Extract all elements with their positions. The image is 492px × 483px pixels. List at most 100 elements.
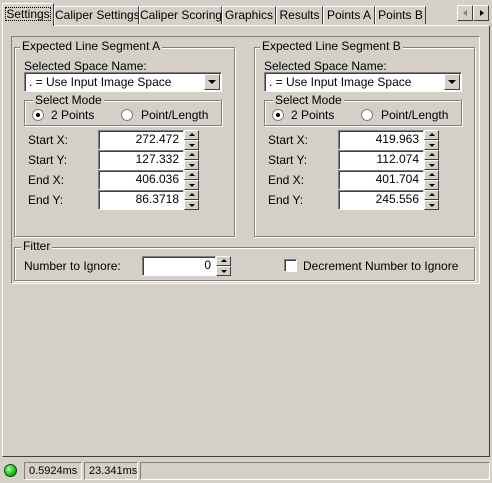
segment-b-end-y-input[interactable]: 245.556	[338, 190, 424, 210]
spin-up-button[interactable]	[184, 170, 199, 180]
tab-points-a[interactable]: Points A	[323, 6, 375, 24]
chevron-down-icon	[189, 184, 195, 187]
chevron-up-icon	[189, 153, 195, 156]
segment-a-start-y-stepper[interactable]: 127.332	[98, 150, 200, 170]
spin-up-button[interactable]	[216, 256, 231, 266]
decrement-number-to-ignore-checkbox[interactable]	[284, 259, 297, 272]
chevron-down-icon	[221, 270, 227, 273]
segment-b-start-x-input[interactable]: 419.963	[338, 130, 424, 150]
chevron-down-icon	[429, 204, 435, 207]
chevron-down-icon	[448, 80, 456, 84]
chevron-up-icon	[429, 133, 435, 136]
spin-down-button[interactable]	[424, 200, 439, 210]
segment-b-pointlength-radio[interactable]	[361, 109, 373, 121]
fitter-title: Fitter	[21, 239, 53, 253]
status-time-1: 0.5924ms	[24, 462, 82, 480]
tab-scroll-right-button[interactable]	[473, 5, 489, 21]
segment-b-end-x-stepper[interactable]: 401.704	[338, 170, 440, 190]
spin-down-button[interactable]	[184, 180, 199, 190]
spin-down-button[interactable]	[424, 180, 439, 190]
segment-b-2points-radio[interactable]	[272, 109, 284, 121]
segment-b-start-y-input[interactable]: 112.074	[338, 150, 424, 170]
segment-a-end-x-input[interactable]: 406.036	[98, 170, 184, 190]
segment-a-2points-radio[interactable]	[32, 109, 44, 121]
spin-down-button[interactable]	[184, 160, 199, 170]
chevron-down-icon	[189, 164, 195, 167]
segment-a-title: Expected Line Segment A	[20, 39, 163, 53]
status-led-icon	[4, 464, 17, 477]
segment-b-start-x-label: Start X:	[268, 133, 309, 147]
segment-b-space-label: Selected Space Name:	[264, 59, 387, 73]
spin-down-button[interactable]	[184, 200, 199, 210]
segment-a-pointlength-label: Point/Length	[141, 108, 209, 122]
tab-caliper-settings[interactable]: Caliper Settings	[54, 6, 140, 24]
segment-a-start-x-label: Start X:	[28, 133, 69, 147]
spin-up-button[interactable]	[424, 190, 439, 200]
spin-up-button[interactable]	[184, 150, 199, 160]
segment-a-start-y-label: Start Y:	[28, 153, 68, 167]
spin-down-button[interactable]	[216, 266, 231, 276]
segment-b-space-select[interactable]: . = Use Input Image Space	[264, 72, 462, 92]
spin-up-button[interactable]	[184, 130, 199, 140]
segment-a-end-y-stepper[interactable]: 86.3718	[98, 190, 200, 210]
segment-b-start-y-stepper[interactable]: 112.074	[338, 150, 440, 170]
spin-up-button[interactable]	[424, 150, 439, 160]
chevron-down-icon	[429, 144, 435, 147]
segment-a-start-x-stepper[interactable]: 272.472	[98, 130, 200, 150]
segment-b-space-dropdown-button[interactable]	[444, 74, 460, 90]
segment-b-start-x-stepper[interactable]: 419.963	[338, 130, 440, 150]
number-to-ignore-stepper[interactable]: 0	[142, 256, 232, 276]
chevron-down-icon	[208, 80, 216, 84]
chevron-down-icon	[189, 204, 195, 207]
chevron-up-icon	[189, 193, 195, 196]
segment-b-pointlength-label: Point/Length	[381, 108, 449, 122]
spin-down-button[interactable]	[424, 160, 439, 170]
chevron-down-icon	[429, 164, 435, 167]
spin-down-button[interactable]	[424, 140, 439, 150]
tab-graphics[interactable]: Graphics	[222, 6, 276, 24]
spin-down-button[interactable]	[184, 140, 199, 150]
spin-up-button[interactable]	[424, 130, 439, 140]
segment-b-2points-label: 2 Points	[291, 108, 335, 122]
segment-b-mode-title: Select Mode	[273, 93, 344, 107]
chevron-up-icon	[429, 193, 435, 196]
segment-b-title: Expected Line Segment B	[260, 39, 403, 53]
chevron-up-icon	[221, 259, 227, 262]
status-bar: 0.5924ms 23.341ms	[0, 460, 492, 483]
segment-a-space-dropdown-button[interactable]	[204, 74, 220, 90]
segment-b-end-x-input[interactable]: 401.704	[338, 170, 424, 190]
number-to-ignore-input[interactable]: 0	[142, 256, 216, 276]
segment-a-space-label: Selected Space Name:	[24, 59, 147, 73]
chevron-left-icon	[463, 10, 467, 16]
spin-up-button[interactable]	[184, 190, 199, 200]
segment-a-end-x-stepper[interactable]: 406.036	[98, 170, 200, 190]
tab-strip: Settings Caliper Settings Caliper Scorin…	[0, 0, 492, 26]
status-time-2: 23.341ms	[84, 462, 138, 480]
segment-a-end-y-input[interactable]: 86.3718	[98, 190, 184, 210]
chevron-up-icon	[189, 133, 195, 136]
tab-caliper-scoring[interactable]: Caliper Scoring	[139, 6, 222, 24]
segment-b-end-y-stepper[interactable]: 245.556	[338, 190, 440, 210]
chevron-down-icon	[189, 144, 195, 147]
decrement-number-to-ignore-label: Decrement Number to Ignore	[303, 259, 459, 273]
segment-a-start-y-input[interactable]: 127.332	[98, 150, 184, 170]
number-to-ignore-label: Number to Ignore:	[24, 259, 121, 273]
tab-scroll-left-button[interactable]	[457, 5, 473, 21]
spin-up-button[interactable]	[424, 170, 439, 180]
tab-points-b[interactable]: Points B	[375, 6, 426, 24]
chevron-up-icon	[429, 173, 435, 176]
chevron-down-icon	[429, 184, 435, 187]
segment-b-end-y-label: End Y:	[268, 193, 304, 207]
chevron-right-icon	[480, 10, 484, 16]
segment-b-end-x-label: End X:	[268, 173, 305, 187]
chevron-up-icon	[189, 173, 195, 176]
tab-settings[interactable]: Settings	[2, 3, 54, 26]
segment-a-start-x-input[interactable]: 272.472	[98, 130, 184, 150]
segment-a-2points-label: 2 Points	[51, 108, 95, 122]
tab-results[interactable]: Results	[276, 6, 323, 24]
segment-a-space-select[interactable]: . = Use Input Image Space	[24, 72, 222, 92]
segment-b-start-y-label: Start Y:	[268, 153, 308, 167]
segment-a-pointlength-radio[interactable]	[121, 109, 133, 121]
status-empty-cell	[140, 462, 490, 480]
segment-a-end-x-label: End X:	[28, 173, 65, 187]
